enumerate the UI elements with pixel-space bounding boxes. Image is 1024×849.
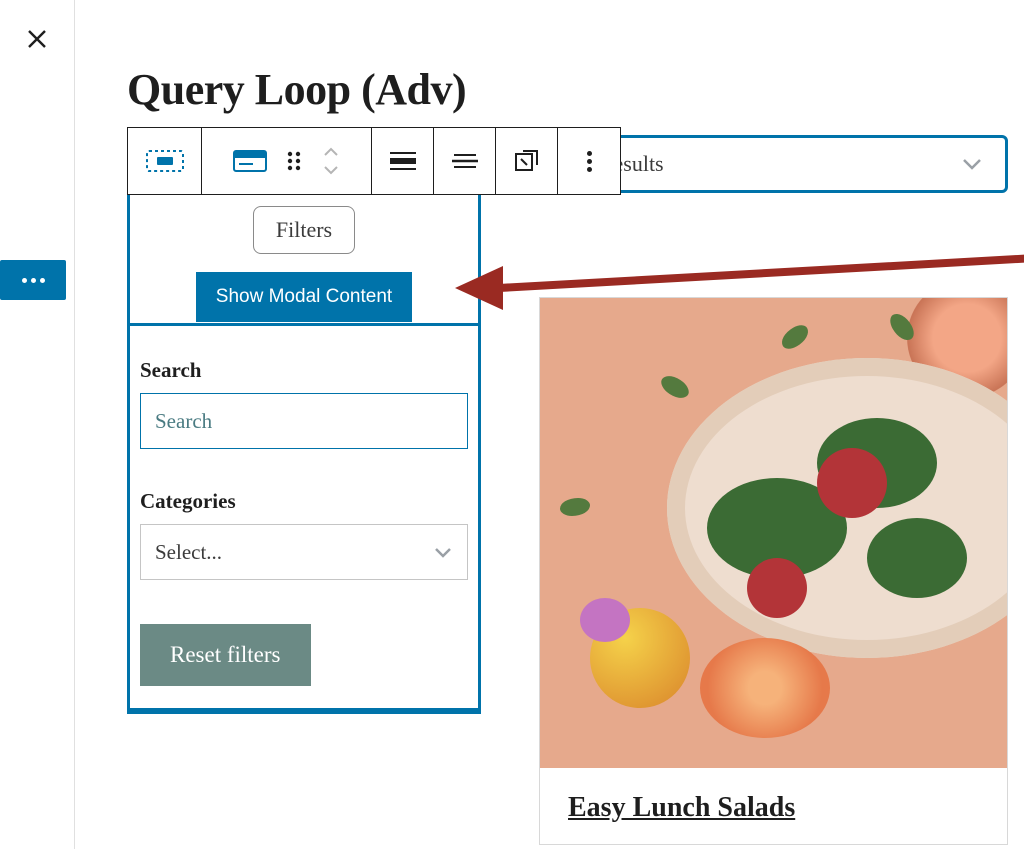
search-label: Search	[140, 358, 468, 383]
close-icon[interactable]	[26, 28, 48, 50]
toolbar-move-updown[interactable]	[316, 143, 346, 179]
categories-selected-value: Select...	[155, 540, 222, 565]
editor-gutter	[0, 0, 75, 849]
block-toolbar	[127, 127, 621, 195]
toolbar-more-options[interactable]	[558, 128, 620, 194]
search-input[interactable]	[140, 393, 468, 449]
reset-filters-button[interactable]: Reset filters	[140, 624, 311, 686]
chevron-down-icon	[433, 545, 453, 559]
result-card-image	[540, 298, 1007, 768]
toolbar-parent-block[interactable]	[128, 128, 202, 194]
toolbar-drag-handle[interactable]	[280, 143, 308, 179]
result-card-title[interactable]: Easy Lunch Salads	[540, 768, 1007, 844]
result-card[interactable]: Easy Lunch Salads	[539, 297, 1008, 845]
categories-label: Categories	[140, 489, 468, 514]
toolbar-align-full[interactable]	[372, 128, 434, 194]
block-nav-tab[interactable]	[0, 260, 66, 300]
toolbar-overlap[interactable]	[496, 128, 558, 194]
toolbar-align-center[interactable]	[434, 128, 496, 194]
filter-panel: Filters Show Modal Content Search Catego…	[127, 175, 481, 714]
toolbar-block-type[interactable]	[228, 143, 272, 179]
categories-select[interactable]: Select...	[140, 524, 468, 580]
chevron-down-icon	[961, 157, 983, 171]
show-modal-content-button[interactable]: Show Modal Content	[196, 272, 412, 322]
page-title: Query Loop (Adv)	[127, 64, 1024, 115]
filters-button[interactable]: Filters	[253, 206, 355, 254]
more-icon	[587, 148, 592, 175]
